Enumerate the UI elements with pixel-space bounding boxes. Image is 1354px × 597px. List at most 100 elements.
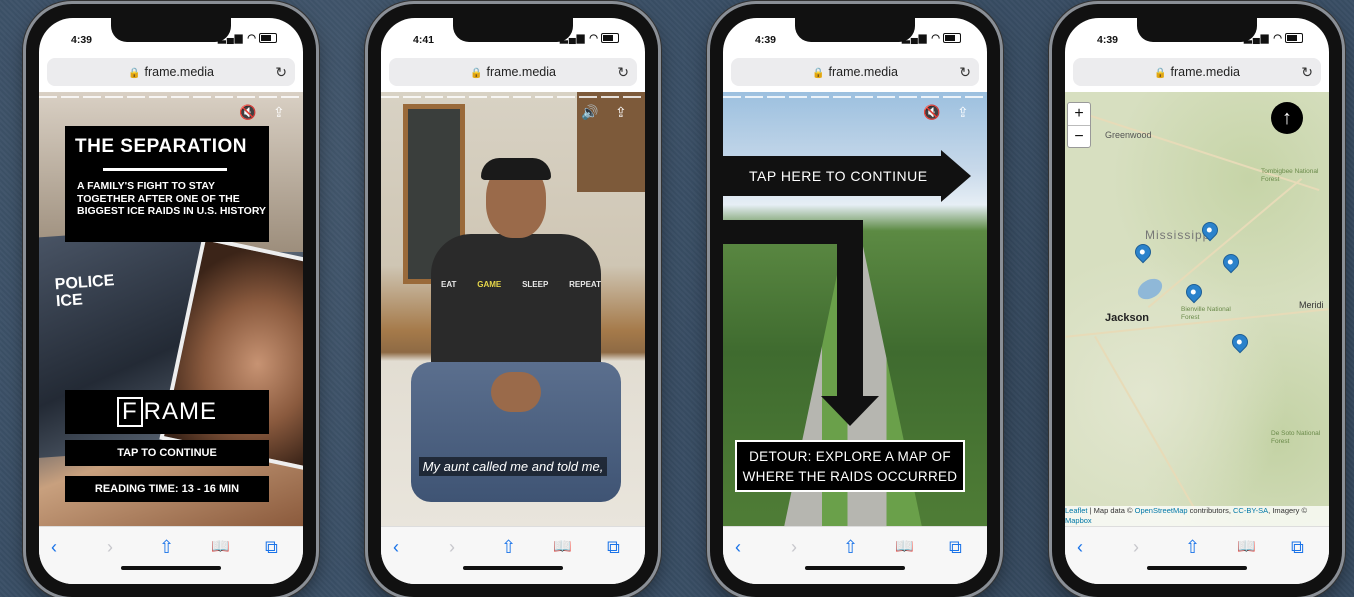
- right-arrow-icon[interactable]: [941, 150, 971, 202]
- story-progress: [39, 96, 303, 98]
- reload-icon[interactable]: ↻: [275, 58, 287, 86]
- zoom-in-button[interactable]: +: [1068, 103, 1090, 125]
- share-icon[interactable]: ⇧: [159, 537, 174, 558]
- shirt-text: EAT GAME SLEEP REPEAT: [441, 280, 601, 289]
- tap-here-to-continue-button[interactable]: TAP HERE TO CONTINUE: [723, 156, 941, 196]
- home-indicator[interactable]: [463, 566, 563, 570]
- bookmarks-icon[interactable]: 📖: [553, 537, 572, 555]
- back-icon[interactable]: ‹: [51, 537, 57, 558]
- battery-icon: [259, 33, 277, 44]
- forward-icon[interactable]: ›: [791, 537, 797, 558]
- phone-2: 4:41 ▂▄▆ ◠ 🔒 frame.media ↻ EAT GAME SLEEP…: [368, 4, 658, 597]
- mapbox-link[interactable]: Mapbox: [1065, 516, 1092, 525]
- leaflet-link[interactable]: Leaflet: [1065, 506, 1088, 515]
- reload-icon[interactable]: ↻: [959, 58, 971, 86]
- back-to-story-button[interactable]: ↑: [1271, 102, 1303, 134]
- frame-logo: F RAME: [65, 390, 269, 434]
- home-indicator[interactable]: [121, 566, 221, 570]
- zoom-control: + −: [1067, 102, 1091, 148]
- browser-toolbar: ‹ › ⇧ 📖 ⧉: [381, 526, 645, 584]
- phone-2-screen: 4:41 ▂▄▆ ◠ 🔒 frame.media ↻ EAT GAME SLEEP…: [381, 18, 645, 584]
- osm-link[interactable]: OpenStreetMap: [1135, 506, 1188, 515]
- lock-icon: 🔒: [812, 68, 825, 79]
- detour-map-button[interactable]: DETOUR: EXPLORE A MAP OF WHERE THE RAIDS…: [735, 440, 965, 492]
- phone-3: 4:39 ▂▄▆ ◠ 🔒 frame.media ↻ 🔇 ⇪ TAP HERE T…: [710, 4, 1000, 597]
- hands: [491, 372, 541, 412]
- notch: [795, 18, 915, 42]
- phone-4: 4:39 ▂▄▆ ◠ 🔒 frame.media ↻ Greenwood Miss…: [1052, 4, 1342, 597]
- bookmarks-icon[interactable]: 📖: [1237, 537, 1256, 555]
- raid-map[interactable]: Greenwood Mississippi Jackson Meridi Tom…: [1065, 92, 1329, 526]
- license-link[interactable]: CC-BY-SA: [1233, 506, 1268, 515]
- notch: [111, 18, 231, 42]
- back-icon[interactable]: ‹: [1077, 537, 1083, 558]
- status-time: 4:39: [71, 34, 93, 46]
- battery-icon: [943, 33, 961, 44]
- notch: [453, 18, 573, 42]
- lock-icon: 🔒: [1154, 68, 1167, 79]
- story-title: THE SEPARATION: [75, 136, 248, 157]
- url-text: frame.media: [1170, 65, 1240, 79]
- forward-icon[interactable]: ›: [449, 537, 455, 558]
- battery-icon: [601, 33, 619, 44]
- back-icon[interactable]: ‹: [393, 537, 399, 558]
- status-time: 4:39: [755, 34, 777, 46]
- tabs-icon[interactable]: ⧉: [607, 537, 620, 558]
- share-icon[interactable]: ⇪: [957, 104, 969, 121]
- bookmarks-icon[interactable]: 📖: [895, 537, 914, 555]
- lock-icon: 🔒: [470, 68, 483, 79]
- phone-4-screen: 4:39 ▂▄▆ ◠ 🔒 frame.media ↻ Greenwood Miss…: [1065, 18, 1329, 584]
- notch: [1137, 18, 1257, 42]
- label-tombigbee: Tombigbee National Forest: [1261, 168, 1319, 183]
- forward-icon[interactable]: ›: [107, 537, 113, 558]
- bookmarks-icon[interactable]: 📖: [211, 537, 230, 555]
- share-icon[interactable]: ⇧: [1185, 537, 1200, 558]
- subtitle-caption: My aunt called me and told me,: [381, 457, 645, 476]
- address-bar[interactable]: 🔒 frame.media ↻: [389, 58, 637, 86]
- reload-icon[interactable]: ↻: [1301, 58, 1313, 86]
- frame-logo-letter: F: [116, 397, 143, 427]
- speaker-icon[interactable]: 🔊: [581, 104, 598, 121]
- label-jackson: Jackson: [1105, 312, 1150, 324]
- browser-toolbar: ‹ › ⇧ 📖 ⧉: [723, 526, 987, 584]
- forward-icon[interactable]: ›: [1133, 537, 1139, 558]
- address-bar[interactable]: 🔒 frame.media ↻: [1073, 58, 1321, 86]
- label-bienville: Bienville National Forest: [1181, 306, 1231, 321]
- tabs-icon[interactable]: ⧉: [949, 537, 962, 558]
- home-indicator[interactable]: [805, 566, 905, 570]
- label-meridian: Meridi: [1299, 300, 1324, 310]
- zoom-out-button[interactable]: −: [1068, 125, 1090, 148]
- share-icon[interactable]: ⇪: [615, 104, 627, 121]
- reload-icon[interactable]: ↻: [617, 58, 629, 86]
- home-indicator[interactable]: [1147, 566, 1247, 570]
- detour-arrow-shaft: [837, 220, 863, 398]
- story-subtitle: A FAMILY'S FIGHT TO STAY TOGETHER AFTER …: [77, 180, 267, 217]
- map-attribution: Leaflet | Map data © OpenStreetMap contr…: [1065, 506, 1329, 526]
- title-rule: [103, 168, 227, 171]
- police-ice-text: POLICE ICE: [54, 272, 115, 311]
- phone-1: 4:39 ▂▄▆ ◠ 🔒 frame.media ↻ POLICE ICE 🔇 ⇪ …: [26, 4, 316, 597]
- tabs-icon[interactable]: ⧉: [265, 537, 278, 558]
- video-frame[interactable]: EAT GAME SLEEP REPEAT 🔊 ⇪ My aunt called…: [381, 92, 645, 526]
- share-icon[interactable]: ⇧: [843, 537, 858, 558]
- story-cover[interactable]: POLICE ICE 🔇 ⇪ THE SEPARATION A FAMILY'S …: [39, 92, 303, 526]
- cap: [481, 158, 551, 180]
- back-icon[interactable]: ‹: [735, 537, 741, 558]
- status-time: 4:41: [413, 34, 435, 46]
- up-arrow-icon: ↑: [1282, 107, 1292, 129]
- address-bar[interactable]: 🔒 frame.media ↻: [47, 58, 295, 86]
- share-icon[interactable]: ⇧: [501, 537, 516, 558]
- detour-line-1: DETOUR: EXPLORE A MAP OF: [749, 449, 951, 464]
- url-text: frame.media: [486, 65, 556, 79]
- shirt: EAT GAME SLEEP REPEAT: [431, 234, 601, 374]
- tabs-icon[interactable]: ⧉: [1291, 537, 1304, 558]
- label-greenwood: Greenwood: [1105, 130, 1152, 140]
- mute-icon[interactable]: 🔇: [239, 104, 256, 121]
- tap-to-continue-button[interactable]: TAP TO CONTINUE: [65, 440, 269, 466]
- mute-icon[interactable]: 🔇: [923, 104, 940, 121]
- highway-frame: 🔇 ⇪ TAP HERE TO CONTINUE DETOUR: EXPLORE…: [723, 92, 987, 526]
- status-time: 4:39: [1097, 34, 1119, 46]
- url-text: frame.media: [144, 65, 214, 79]
- address-bar[interactable]: 🔒 frame.media ↻: [731, 58, 979, 86]
- share-icon[interactable]: ⇪: [273, 104, 285, 121]
